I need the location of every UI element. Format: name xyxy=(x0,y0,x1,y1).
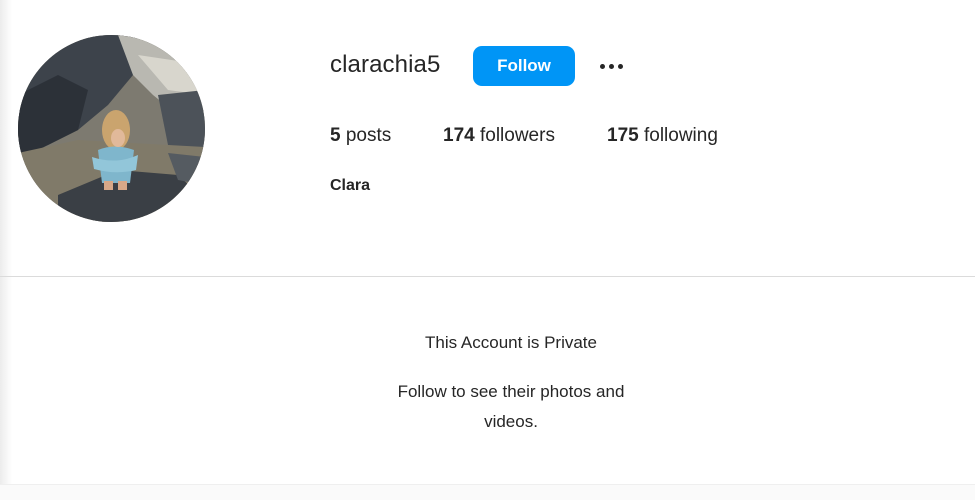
footer-area xyxy=(0,484,975,500)
more-options-icon[interactable] xyxy=(594,52,628,80)
profile-photo xyxy=(18,35,205,222)
more-dot xyxy=(608,63,614,69)
following-stat-link[interactable]: 175 following xyxy=(607,125,718,147)
followers-stat-link[interactable]: 174 followers xyxy=(443,125,555,147)
follow-button[interactable]: Follow xyxy=(473,46,575,86)
posts-count-stat: 5 posts xyxy=(330,125,391,147)
followers-label: followers xyxy=(479,125,555,146)
private-account-title: This Account is Private xyxy=(425,333,597,352)
following-count: 175 xyxy=(607,125,639,146)
profile-divider xyxy=(0,276,975,277)
page-edge-shadow xyxy=(0,0,12,500)
profile-avatar[interactable] xyxy=(18,35,205,222)
more-dot xyxy=(599,63,605,69)
private-account-subtitle: Follow to see their photos and videos. xyxy=(397,382,625,431)
posts-count: 5 xyxy=(330,125,341,146)
profile-username: clarachia5 xyxy=(330,51,441,78)
profile-display-name: Clara xyxy=(330,177,371,194)
following-label: following xyxy=(643,125,718,146)
more-dot xyxy=(617,63,623,69)
followers-count: 174 xyxy=(443,125,475,146)
profile-page: clarachia5 Follow 5 posts 174 followers … xyxy=(0,0,975,500)
posts-label: posts xyxy=(345,125,392,146)
